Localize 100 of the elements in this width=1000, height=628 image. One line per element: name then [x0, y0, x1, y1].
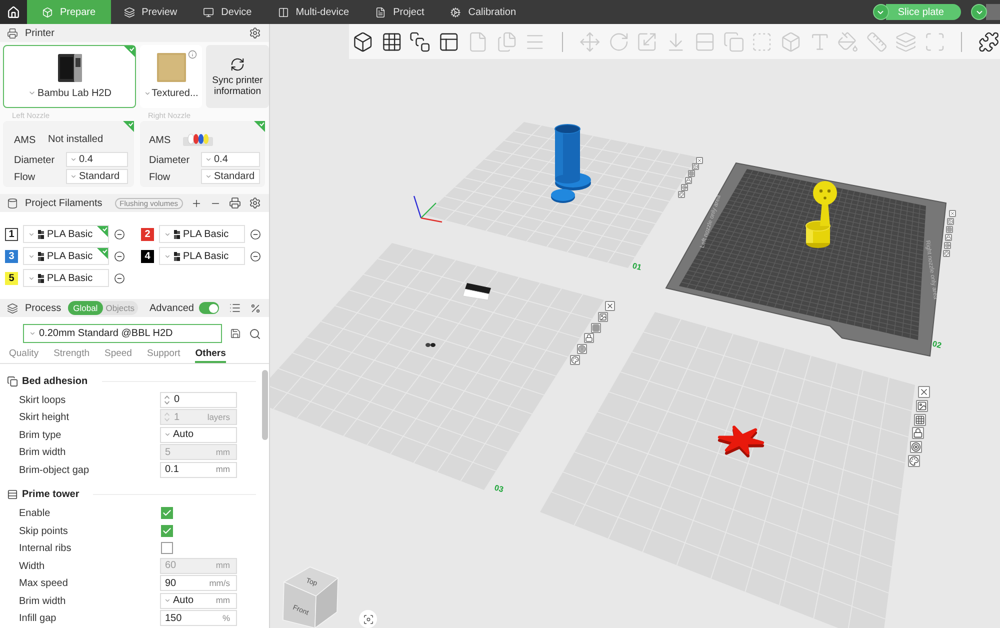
unit-label: mm [216, 446, 231, 459]
filament-swatch: 4 [141, 250, 154, 262]
lock-icon[interactable] [684, 176, 692, 184]
save-icon[interactable] [230, 328, 241, 339]
build-plate[interactable] [540, 312, 915, 628]
close-icon[interactable] [605, 301, 615, 311]
filament-icon [38, 230, 44, 238]
flow-select[interactable]: Standard [66, 168, 128, 184]
settings-icon[interactable] [249, 197, 261, 209]
filament-icon [174, 230, 180, 238]
select-field[interactable]: Auto [160, 426, 237, 443]
setting-label: Max speed [19, 578, 68, 590]
filament-select[interactable]: PLA Basic [159, 225, 245, 243]
settings-tab[interactable]: Speed [104, 347, 132, 363]
scrollbar[interactable] [262, 370, 268, 440]
spin-field[interactable]: 0 [160, 392, 237, 408]
unit-label: % [222, 612, 231, 625]
checkbox[interactable] [161, 507, 173, 520]
target-icon[interactable] [944, 242, 951, 248]
number-field[interactable]: 0.1 mm [160, 462, 237, 478]
filament-icon [38, 274, 44, 282]
columns-icon [278, 6, 289, 18]
section-title: Project Filaments [25, 196, 102, 210]
cube-icon[interactable] [352, 30, 374, 52]
filament-select[interactable]: PLA Basic [23, 269, 109, 287]
sync-printer-button[interactable]: Sync printer information [206, 45, 269, 108]
reset-view-button[interactable] [359, 610, 377, 628]
layout-icon[interactable] [438, 30, 460, 52]
unit-label: layers [207, 410, 231, 424]
stacked-squares-icon[interactable] [409, 30, 432, 52]
lock-icon[interactable] [944, 234, 952, 240]
grid-icon[interactable] [380, 30, 402, 52]
remove-filament-button[interactable] [250, 228, 261, 240]
lock-icon[interactable] [584, 333, 594, 344]
filament-select[interactable]: PLA Basic [23, 247, 109, 265]
nav-tab[interactable]: Device [190, 0, 265, 24]
star-shaped-model[interactable] [718, 426, 764, 458]
stacked-squares-icon [7, 376, 18, 386]
palette-icon[interactable] [678, 190, 684, 198]
disc-model[interactable] [551, 189, 575, 203]
nav-tab[interactable]: Preview [110, 0, 190, 24]
cylinder-model[interactable] [554, 124, 591, 190]
image-icon[interactable] [692, 163, 699, 170]
number-field[interactable]: 150 % [160, 610, 237, 626]
diameter-select[interactable]: 0.4 [66, 152, 128, 166]
image-icon[interactable] [947, 218, 954, 224]
settings-icon[interactable] [249, 27, 261, 39]
grid-icon[interactable] [591, 322, 601, 333]
home-button[interactable] [0, 0, 27, 24]
search-icon[interactable] [249, 328, 261, 340]
diameter-select[interactable]: 0.4 [201, 152, 260, 166]
palette-icon[interactable] [908, 455, 920, 467]
info-icon[interactable] [188, 50, 197, 59]
figurine-model[interactable] [806, 181, 837, 248]
flow-select[interactable]: Standard [201, 168, 260, 184]
plate-type-card[interactable]: Textured... [140, 45, 202, 108]
advanced-switch[interactable] [199, 302, 219, 314]
small-part-model[interactable] [426, 343, 436, 347]
target-icon[interactable] [681, 184, 688, 191]
image-icon[interactable] [598, 312, 608, 322]
filament-select[interactable]: PLA Basic [23, 225, 109, 243]
printer-card[interactable]: Bambu Lab H2D [3, 45, 136, 108]
remove-filament-button[interactable] [114, 272, 125, 284]
chevron-down-icon [164, 230, 171, 238]
setting-label: Internal ribs [19, 543, 72, 554]
remove-filament-button[interactable] [114, 228, 125, 240]
palette-icon[interactable] [570, 355, 580, 365]
target-icon[interactable] [577, 344, 587, 354]
select-field[interactable]: Auto mm [160, 592, 237, 609]
settings-tab[interactable]: Support [146, 347, 180, 363]
nav-tab[interactable]: Multi-device [264, 0, 362, 24]
number-field[interactable]: 90 mm/s [160, 575, 237, 592]
checkbox[interactable] [161, 524, 173, 537]
grid-icon[interactable] [914, 414, 926, 426]
slice-options-button[interactable] [872, 4, 889, 20]
focus-icon [362, 614, 374, 624]
settings-tab[interactable]: Strength [54, 347, 90, 363]
nav-tab[interactable]: Project [362, 0, 438, 24]
lock-icon[interactable] [912, 427, 924, 440]
tile-model[interactable] [462, 283, 491, 300]
checkbox[interactable] [161, 542, 173, 554]
printer-icon[interactable] [229, 197, 241, 209]
palette-icon[interactable] [942, 250, 950, 256]
monitor-icon [203, 6, 214, 18]
chevron-down-icon [28, 230, 35, 238]
close-icon[interactable] [918, 386, 930, 398]
image-icon[interactable] [916, 400, 928, 412]
settings-tab[interactable]: Quality [9, 347, 39, 363]
preset-select[interactable]: 0.20mm Standard @BBL H2D [23, 324, 222, 343]
close-icon[interactable] [948, 210, 956, 216]
close-icon[interactable] [696, 156, 702, 164]
puzzle-icon[interactable] [978, 30, 1000, 52]
filament-select[interactable]: PLA Basic [159, 247, 245, 265]
remove-filament-button[interactable] [114, 250, 125, 262]
target-icon[interactable] [910, 441, 922, 454]
nav-tab[interactable]: Calibration [437, 0, 530, 24]
percent-icon[interactable] [250, 302, 261, 314]
print-options-button[interactable] [971, 4, 987, 20]
plus-icon[interactable] [191, 198, 202, 208]
remove-filament-button[interactable] [250, 250, 261, 262]
